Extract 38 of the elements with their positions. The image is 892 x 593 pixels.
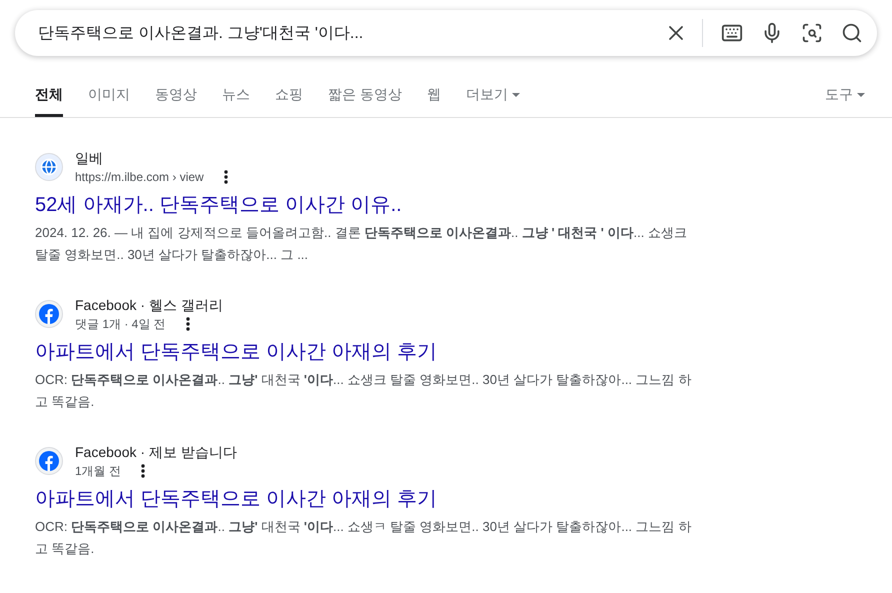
search-tab[interactable]: 쇼핑 bbox=[275, 86, 303, 117]
result-title-link[interactable]: 아파트에서 단독주택으로 이사간 아재의 후기 bbox=[35, 339, 695, 365]
result-meta: 1개월 전 bbox=[75, 463, 122, 480]
keyboard-button[interactable] bbox=[721, 22, 743, 44]
facebook-icon bbox=[39, 304, 59, 324]
more-options-button[interactable] bbox=[141, 464, 146, 478]
more-options-button[interactable] bbox=[224, 170, 228, 184]
site-name: Facebook · 제보 받습니다 bbox=[75, 443, 237, 462]
search-tab[interactable]: 짧은 동영상 bbox=[328, 86, 402, 117]
keyboard-icon bbox=[721, 22, 743, 44]
facebook-icon bbox=[39, 451, 59, 471]
result-title-link[interactable]: 아파트에서 단독주택으로 이사간 아재의 후기 bbox=[35, 486, 695, 512]
search-tab[interactable]: 웹 bbox=[426, 86, 441, 117]
site-name: 일베 bbox=[75, 149, 104, 168]
more-vertical-icon bbox=[141, 464, 146, 478]
result-snippet: 2024. 12. 26. — 내 집에 강제적으로 들어올려고함.. 결론 단독주택으로 이사온결과.. 그냥 ' 대천국 ' 이다... 쇼생크 탈줄 영화보면.. 30년 살다가 탈출하잖아... 그 ... bbox=[35, 224, 688, 264]
more-vertical-icon bbox=[224, 170, 228, 184]
result-title-link[interactable]: 52세 아재가.. 단독주택으로 이사간 이유.. bbox=[35, 192, 695, 218]
caret-icon bbox=[857, 93, 865, 97]
camera-search-button[interactable] bbox=[801, 22, 823, 44]
result-snippet: OCR: 단독주택으로 이사온결과.. 그냥' 대천국 '이다... 쇼생ㅋ 탈줄 영화보면.. 30년 살다가 탈출하잖아... 그느낌 하고 똑같음. bbox=[35, 518, 692, 558]
result-meta: 댓글 1개 · 4일 전 bbox=[75, 316, 166, 333]
camera-search-icon bbox=[801, 22, 823, 44]
more-vertical-icon bbox=[186, 317, 190, 331]
search-button[interactable] bbox=[841, 22, 863, 44]
site-name: Facebook · 헬스 갤러리 bbox=[75, 296, 223, 315]
search-tab[interactable]: 전체 bbox=[35, 86, 63, 117]
result-snippet: OCR: 단독주택으로 이사온결과.. 그냥' 대천국 '이다... 쇼생크 탈줄 영화보면.. 30년 살다가 탈출하잖아... 그느낌 하고 똑같음. bbox=[35, 371, 692, 411]
globe-icon bbox=[40, 158, 58, 176]
more-options-button[interactable] bbox=[186, 317, 190, 331]
search-tab[interactable]: 뉴스 bbox=[222, 86, 250, 117]
search-tab[interactable]: 동영상 bbox=[155, 86, 197, 117]
result-meta: https://m.ilbe.com › view bbox=[75, 169, 204, 186]
search-field[interactable]: 단독주택으로 이사온결과. 그냥'대천국 '이다... bbox=[36, 23, 646, 43]
search-tab[interactable]: 더보기 bbox=[466, 86, 520, 117]
tools-tab[interactable]: 도구 bbox=[825, 86, 865, 117]
search-tab[interactable]: 이미지 bbox=[88, 86, 130, 117]
search-icon bbox=[841, 22, 863, 44]
